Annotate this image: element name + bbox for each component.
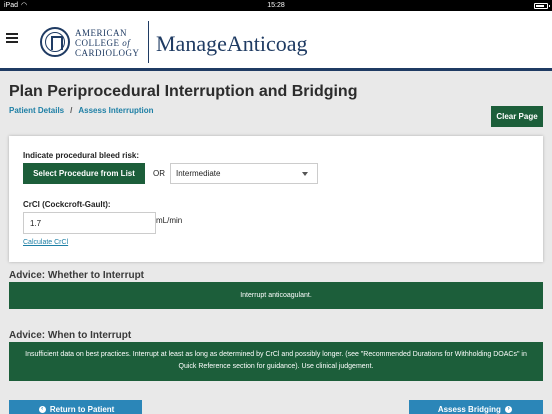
crcl-input[interactable] bbox=[23, 212, 156, 234]
header-divider bbox=[148, 21, 149, 63]
assess-bridging-button[interactable]: Assess Bridging › bbox=[409, 400, 543, 414]
crcl-unit: mL/min bbox=[156, 216, 183, 225]
clear-page-button[interactable]: Clear Page bbox=[491, 106, 543, 127]
input-card: Indicate procedural bleed risk: Select P… bbox=[9, 136, 543, 262]
bleed-risk-value: Intermediate bbox=[176, 169, 221, 178]
breadcrumb-assess-interruption[interactable]: Assess Interruption bbox=[78, 106, 153, 115]
battery-icon bbox=[534, 3, 550, 9]
bleed-risk-dropdown[interactable]: Intermediate bbox=[170, 163, 318, 184]
advice-whether-box: Interrupt anticoagulant. bbox=[9, 282, 543, 309]
acc-seal-logo bbox=[40, 27, 70, 57]
bleed-risk-label: Indicate procedural bleed risk: bbox=[23, 151, 140, 160]
advice-when-box: Insufficient data on best practices. Int… bbox=[9, 342, 543, 381]
select-procedure-button[interactable]: Select Procedure from List bbox=[23, 163, 145, 184]
chevron-left-icon: ‹ bbox=[38, 406, 46, 414]
breadcrumb-separator: / bbox=[70, 106, 73, 115]
logo-line-2: COLLEGE of bbox=[75, 38, 131, 48]
logo-line-3: CARDIOLOGY bbox=[75, 48, 140, 58]
chevron-down-icon bbox=[302, 172, 308, 176]
return-to-patient-label: Return to Patient bbox=[49, 405, 115, 414]
breadcrumb: Patient Details / Assess Interruption bbox=[9, 106, 154, 115]
status-time: 15:28 bbox=[267, 2, 285, 9]
or-label: OR bbox=[153, 169, 165, 178]
advice-when-title: Advice: When to Interrupt bbox=[9, 330, 132, 341]
app-header: AMERICAN COLLEGE of CARDIOLOGY ManageAnt… bbox=[0, 11, 552, 71]
advice-whether-title: Advice: Whether to Interrupt bbox=[9, 270, 145, 281]
logo-line-1: AMERICAN bbox=[75, 28, 128, 38]
status-bar: iPad ◠ 15:28 bbox=[0, 0, 552, 11]
acc-logo-text: AMERICAN COLLEGE of CARDIOLOGY bbox=[75, 28, 140, 58]
crcl-label: CrCl (Cockcroft-Gault): bbox=[23, 200, 111, 209]
return-to-patient-button[interactable]: ‹ Return to Patient bbox=[9, 400, 142, 414]
page-title: Plan Periprocedural Interruption and Bri… bbox=[9, 83, 358, 100]
chevron-right-icon: › bbox=[505, 406, 513, 414]
breadcrumb-patient-details[interactable]: Patient Details bbox=[9, 106, 64, 115]
calculate-crcl-link[interactable]: Calculate CrCl bbox=[23, 239, 68, 246]
assess-bridging-label: Assess Bridging bbox=[437, 405, 501, 414]
app-brand: ManageAnticoag bbox=[156, 31, 308, 56]
menu-icon[interactable] bbox=[6, 33, 18, 43]
